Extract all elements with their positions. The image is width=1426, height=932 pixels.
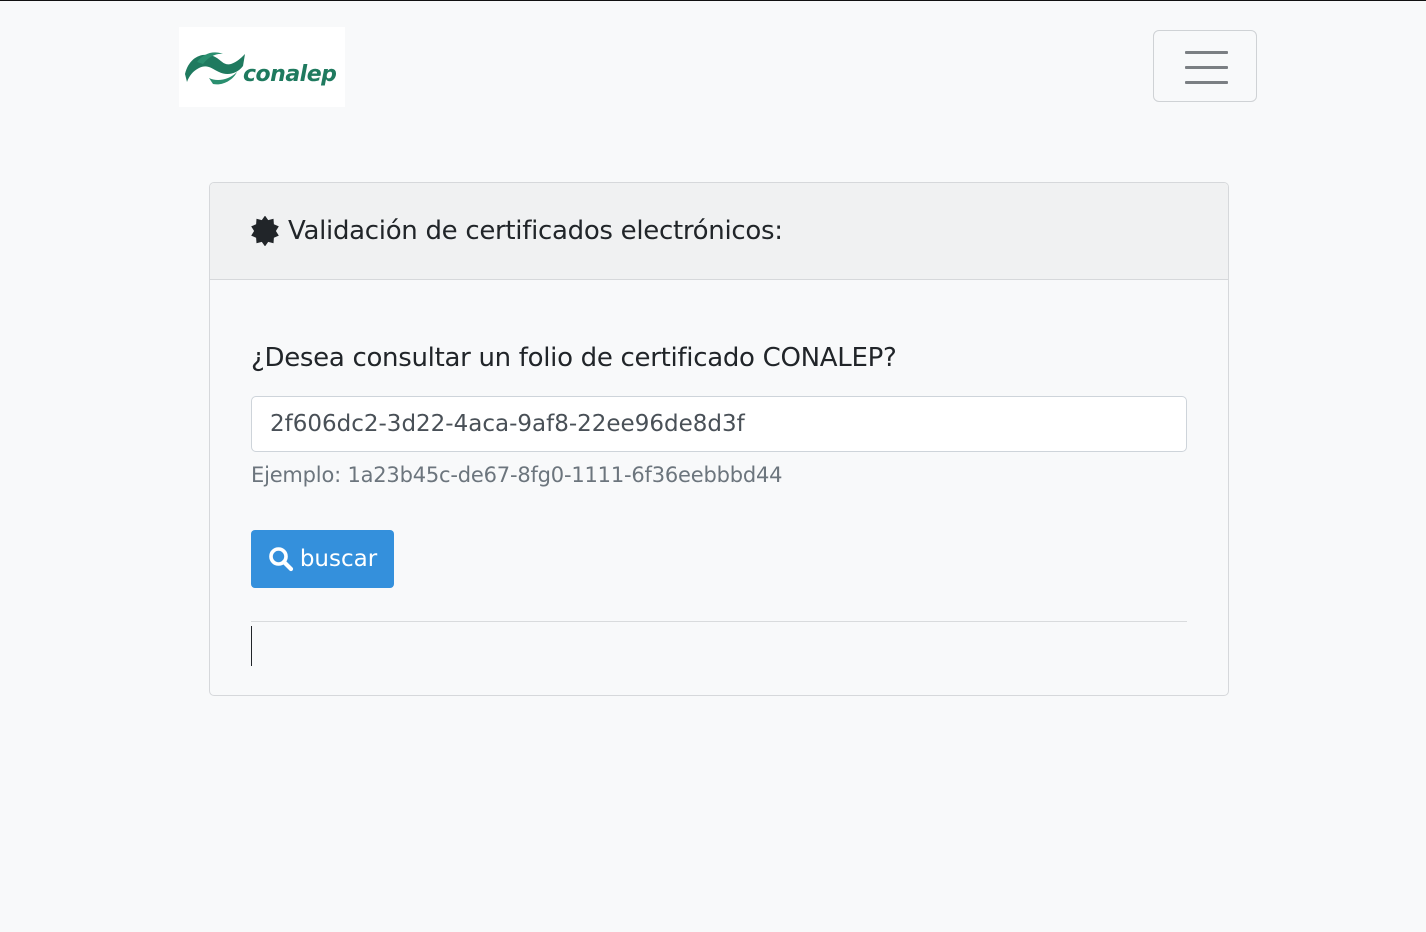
conalep-logo-mark-icon [185,52,245,85]
card-header: Validación de certificados electrónicos: [210,183,1228,280]
search-icon [269,547,293,572]
results-divider [251,621,1187,622]
navbar: conalep [0,1,1426,141]
conalep-logo[interactable]: conalep [179,27,345,107]
folio-example-hint: Ejemplo: 1a23b45c-de67-8fg0-1111-6f36eeb… [251,463,783,487]
search-button[interactable]: buscar [251,530,394,588]
folio-question-label: ¿Desea consultar un folio de certificado… [251,343,897,373]
card-title: Validación de certificados electrónicos: [288,216,783,246]
text-cursor [251,626,252,666]
search-button-label: buscar [299,546,378,572]
navbar-toggle-button[interactable] [1153,30,1257,102]
certificate-validation-card: Validación de certificados electrónicos:… [209,182,1229,696]
certificate-badge-icon [251,216,279,246]
logo-wordmark: conalep [243,61,337,87]
folio-input[interactable] [251,396,1187,452]
